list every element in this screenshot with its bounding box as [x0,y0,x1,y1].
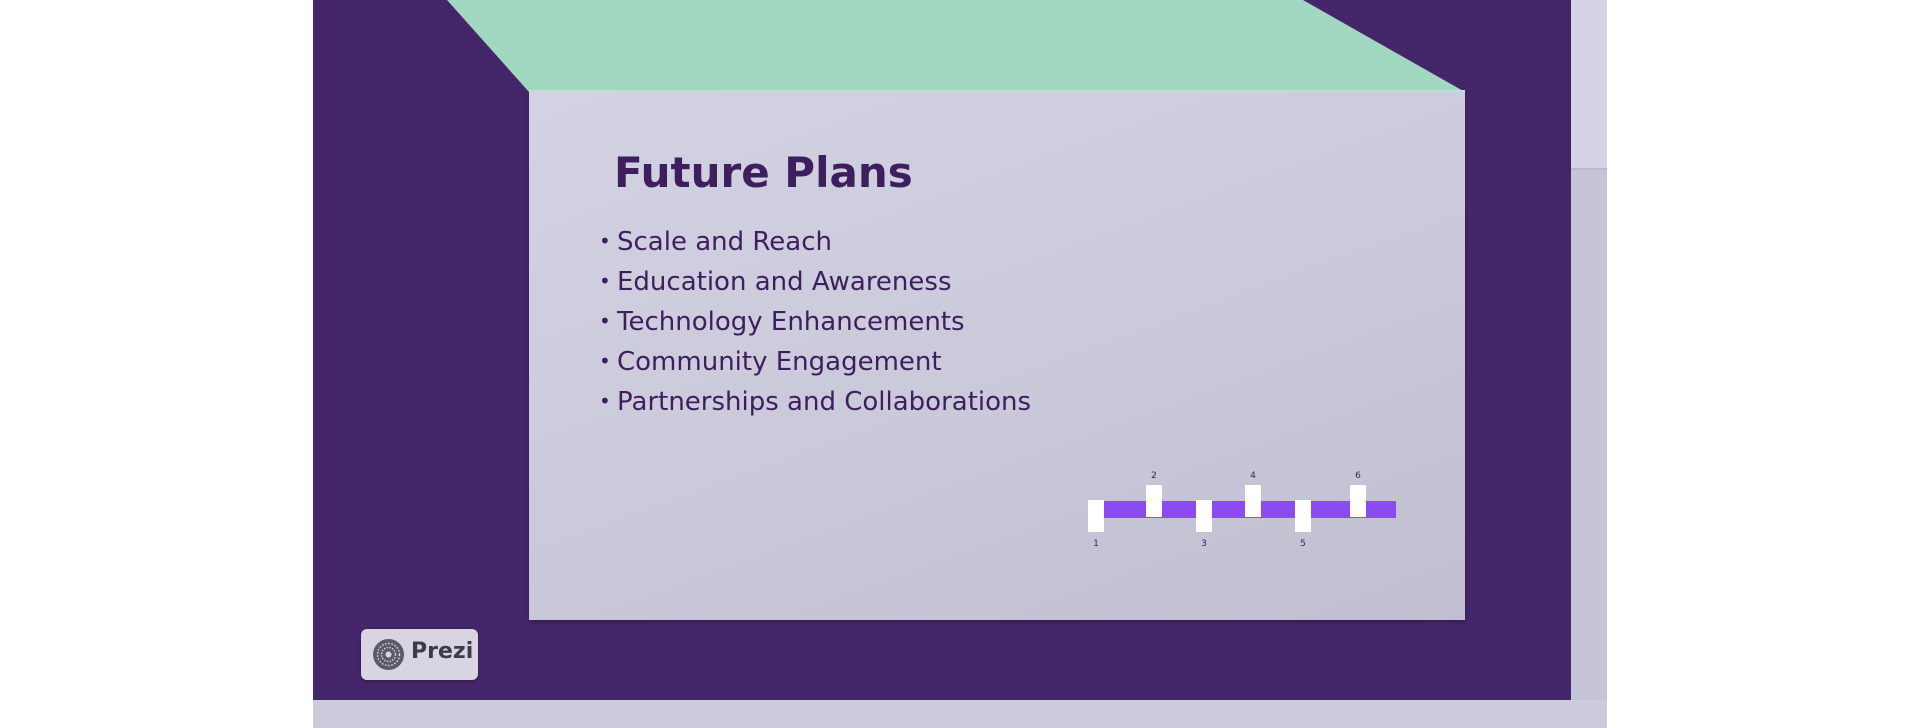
timeline-bar [1088,501,1396,518]
bottom-edge-panel [313,700,1607,728]
list-item: • Partnerships and Collaborations [599,382,1031,422]
timeline-marker [1295,500,1311,532]
timeline-step-label: 6 [1355,471,1361,481]
timeline-marker [1196,500,1212,532]
timeline-step-label: 5 [1300,539,1306,549]
bullet-dot: • [599,269,611,293]
presentation-canvas: Future Plans • Scale and Reach • Education… [313,0,1607,728]
prezi-logo-icon [373,639,404,670]
list-item-text: Scale and Reach [617,227,832,257]
prezi-logo-text: Prezi [411,639,474,664]
list-item: • Community Engagement [599,342,1031,382]
bullet-dot: • [599,229,611,253]
prezi-logo-button[interactable]: Prezi [361,629,478,680]
timeline-step-label: 2 [1151,471,1157,481]
list-item-text: Technology Enhancements [617,307,965,337]
timeline-step-label: 4 [1250,471,1256,481]
timeline-graphic: 1 2 3 4 5 6 [1088,471,1396,549]
bullet-dot: • [599,389,611,413]
bullet-dot: • [599,309,611,333]
timeline-step-label: 3 [1201,539,1207,549]
timeline-marker [1350,485,1366,517]
list-item: • Technology Enhancements [599,302,1031,342]
bullet-list: • Scale and Reach • Education and Awarenes… [599,222,1031,422]
list-item-text: Community Engagement [617,347,942,377]
slide-title: Future Plans [614,148,913,197]
list-item: • Scale and Reach [599,222,1031,262]
mint-perspective-panel [447,0,1465,92]
timeline-marker [1245,485,1261,517]
list-item-text: Education and Awareness [617,267,952,297]
timeline-step-label: 1 [1093,539,1099,549]
list-item-text: Partnerships and Collaborations [617,387,1032,417]
timeline-marker [1146,485,1162,517]
bullet-dot: • [599,349,611,373]
timeline-marker [1088,500,1104,532]
list-item: • Education and Awareness [599,262,1031,302]
